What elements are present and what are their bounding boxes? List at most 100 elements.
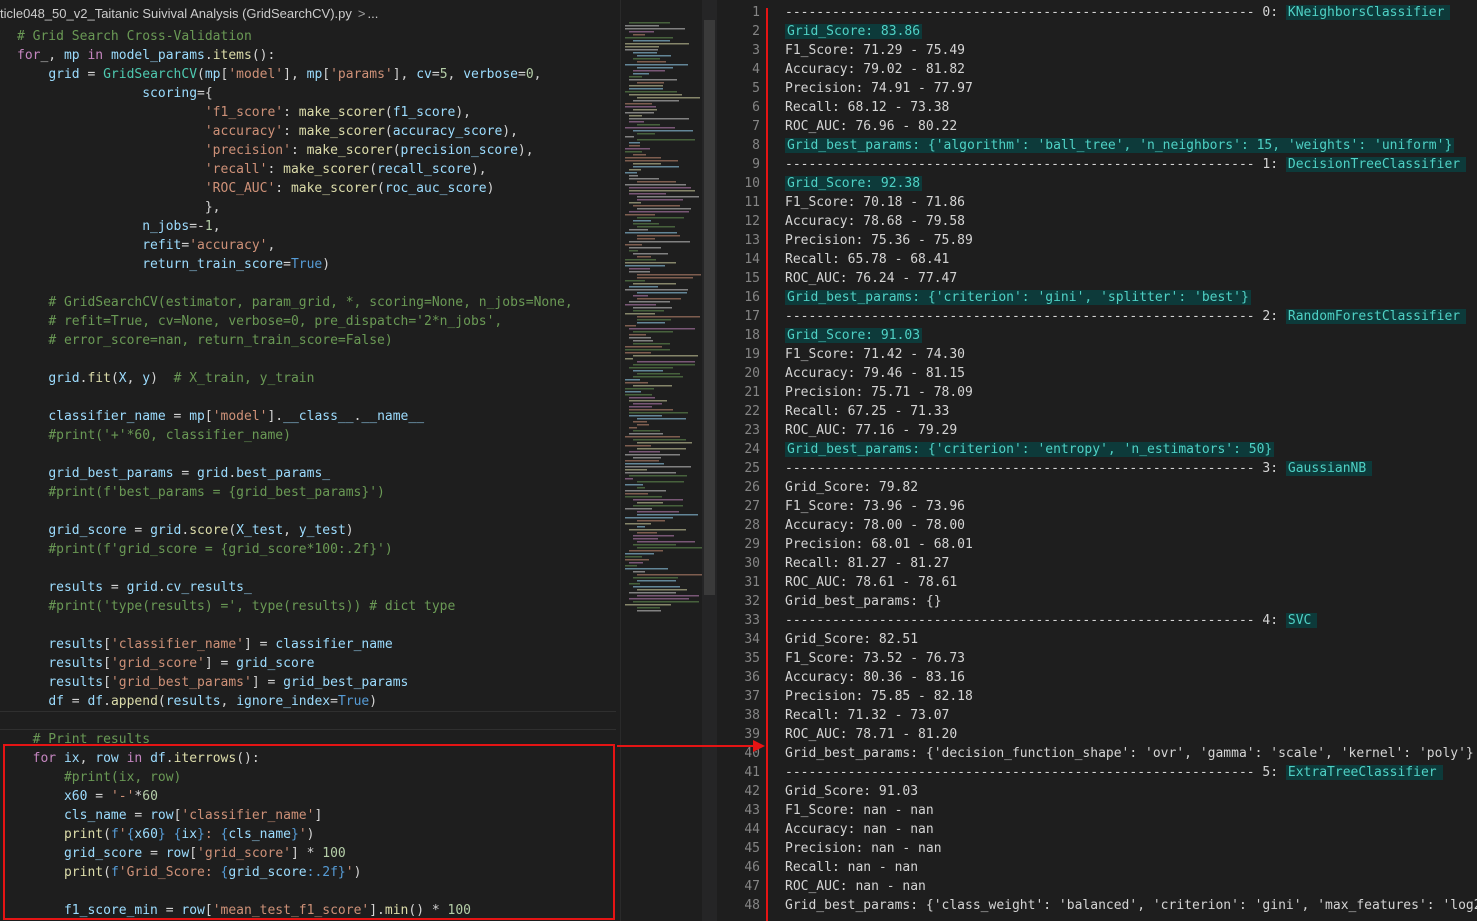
minimap[interactable] [620, 0, 713, 921]
code-token: fit [87, 371, 111, 386]
output-line: 1 ---------------------------------------… [718, 3, 1451, 22]
code-line[interactable]: classifier_name = mp['model'].__class__.… [0, 407, 620, 426]
code-line[interactable]: scoring={ [0, 84, 620, 103]
minimap-line [637, 226, 675, 228]
output-line: 12 Accuracy: 78.68 - 79.58 [718, 212, 965, 231]
minimap-line [637, 373, 680, 375]
code-line[interactable]: results = grid.cv_results_ [0, 578, 620, 597]
line-number: 46 [744, 860, 760, 875]
line-number: 22 [744, 404, 760, 419]
code-line[interactable]: results['grid_score'] = grid_score [0, 654, 620, 673]
output-line: 7 ROC_AUC: 76.96 - 80.22 [718, 117, 957, 136]
code-line[interactable]: return_train_score=True) [0, 255, 620, 274]
breadcrumb-more[interactable]: ... [368, 6, 379, 21]
minimap-line [629, 178, 659, 180]
output-text: F1_Score: 73.52 - 76.73 [785, 649, 965, 668]
code-line[interactable] [0, 274, 620, 293]
output-text-value: Precision: 75.71 - 78.09 [785, 385, 973, 400]
code-token: = [517, 67, 526, 82]
line-number: 15 [744, 271, 760, 286]
output-text: ----------------------------------------… [785, 459, 1373, 478]
minimap-line [629, 415, 662, 417]
minimap-line [637, 208, 691, 210]
breadcrumb[interactable]: ticle048_50_v2_Taitanic Suivival Analysi… [0, 0, 620, 27]
line-number: 6 [752, 100, 760, 115]
code-line[interactable]: refit='accuracy', [0, 236, 620, 255]
chevron-right-icon: > [357, 6, 366, 21]
code-token: : [283, 105, 299, 120]
code-line[interactable]: #print('type(results) =', type(results))… [0, 597, 620, 616]
code-line[interactable]: grid_score = grid.score(X_test, y_test) [0, 521, 620, 540]
line-number: 2 [752, 24, 760, 39]
code-token: ), [470, 162, 487, 177]
code-line[interactable] [0, 502, 620, 521]
code-line[interactable] [0, 350, 620, 369]
minimap-line [625, 349, 670, 351]
minimap-line [629, 193, 666, 195]
code-token: 'model' [212, 409, 268, 424]
minimap-line [633, 223, 659, 225]
minimap-line [633, 253, 668, 255]
output-text-value: Accuracy: 79.46 - 81.15 [785, 366, 966, 381]
code-line[interactable]: 'recall': make_scorer(recall_score), [0, 160, 620, 179]
code-line[interactable]: results['grid_best_params'] = grid_best_… [0, 673, 620, 692]
code-line[interactable]: 'precision': make_scorer(precision_score… [0, 141, 620, 160]
code-line[interactable]: for_, mp in model_params.items(): [0, 46, 620, 65]
minimap-line [625, 463, 664, 465]
code-line[interactable]: grid.fit(X, y) # X_train, y_train [0, 369, 620, 388]
minimap-line [637, 487, 645, 489]
breadcrumb-file[interactable]: ticle048_50_v2_Taitanic Suivival Analysi… [0, 6, 352, 21]
output-text: Precision: 74.91 - 77.97 [785, 79, 973, 98]
code-token: results [48, 580, 104, 595]
code-line[interactable]: # GridSearchCV(estimator, param_grid, *,… [0, 293, 620, 312]
minimap-line [629, 400, 667, 402]
minimap-line [625, 244, 642, 246]
code-line[interactable]: #print(f'grid_score = {grid_score*100:.2… [0, 540, 620, 559]
code-line[interactable] [0, 388, 620, 407]
code-line[interactable]: #print('+'*60, classifier_name) [0, 426, 620, 445]
output-pane[interactable]: 1 ---------------------------------------… [718, 0, 1477, 921]
minimap-line [625, 46, 659, 48]
code-line[interactable] [0, 616, 620, 635]
code-line[interactable] [0, 711, 620, 730]
code-line[interactable]: }, [0, 198, 620, 217]
code-line[interactable]: # refit=True, cv=None, verbose=0, pre_di… [0, 312, 620, 331]
code-token: 'grid_score' [110, 656, 205, 671]
code-token: ], [392, 67, 417, 82]
code-line[interactable]: 'ROC_AUC': make_scorer(roc_auc_score) [0, 179, 620, 198]
minimap-line [625, 304, 656, 306]
editor-scrollbar-thumb[interactable] [704, 20, 715, 595]
minimap-line [629, 22, 670, 24]
line-number: 20 [744, 366, 760, 381]
code-line[interactable]: 'accuracy': make_scorer(accuracy_score), [0, 122, 620, 141]
code-line[interactable]: grid_best_params = grid.best_params_ [0, 464, 620, 483]
code-token: ( [110, 371, 119, 386]
minimap-line [637, 361, 695, 363]
minimap-line [629, 301, 670, 303]
minimap-preview [625, 22, 703, 612]
line-number: 9 [752, 157, 760, 172]
output-text-value: Accuracy: nan - nan [785, 822, 934, 837]
code-line[interactable] [0, 559, 620, 578]
minimap-line [633, 58, 660, 60]
code-line[interactable]: 'f1_score': make_scorer(f1_score), [0, 103, 620, 122]
code-line[interactable]: grid = GridSearchCV(mp['model'], mp['par… [0, 65, 620, 84]
output-text: ROC_AUC: 77.16 - 79.29 [785, 421, 957, 440]
code-line[interactable]: df = df.append(results, ignore_index=Tru… [0, 692, 620, 711]
code-line[interactable]: # error_score=nan, return_train_score=Fa… [0, 331, 620, 350]
output-line: 38 Recall: 71.32 - 73.07 [718, 706, 949, 725]
code-line[interactable]: results['classifier_name'] = classifier_… [0, 635, 620, 654]
minimap-line [637, 133, 655, 135]
code-line[interactable] [0, 445, 620, 464]
code-line[interactable]: #print(f'best_params = {grid_best_params… [0, 483, 620, 502]
output-line: 28 Accuracy: 78.00 - 78.00 [718, 516, 965, 535]
code-line[interactable]: # Grid Search Cross-Validation [0, 27, 620, 46]
minimap-line [637, 607, 660, 609]
code-token: . [228, 466, 237, 481]
code-line[interactable]: n_jobs=-1, [0, 217, 620, 236]
